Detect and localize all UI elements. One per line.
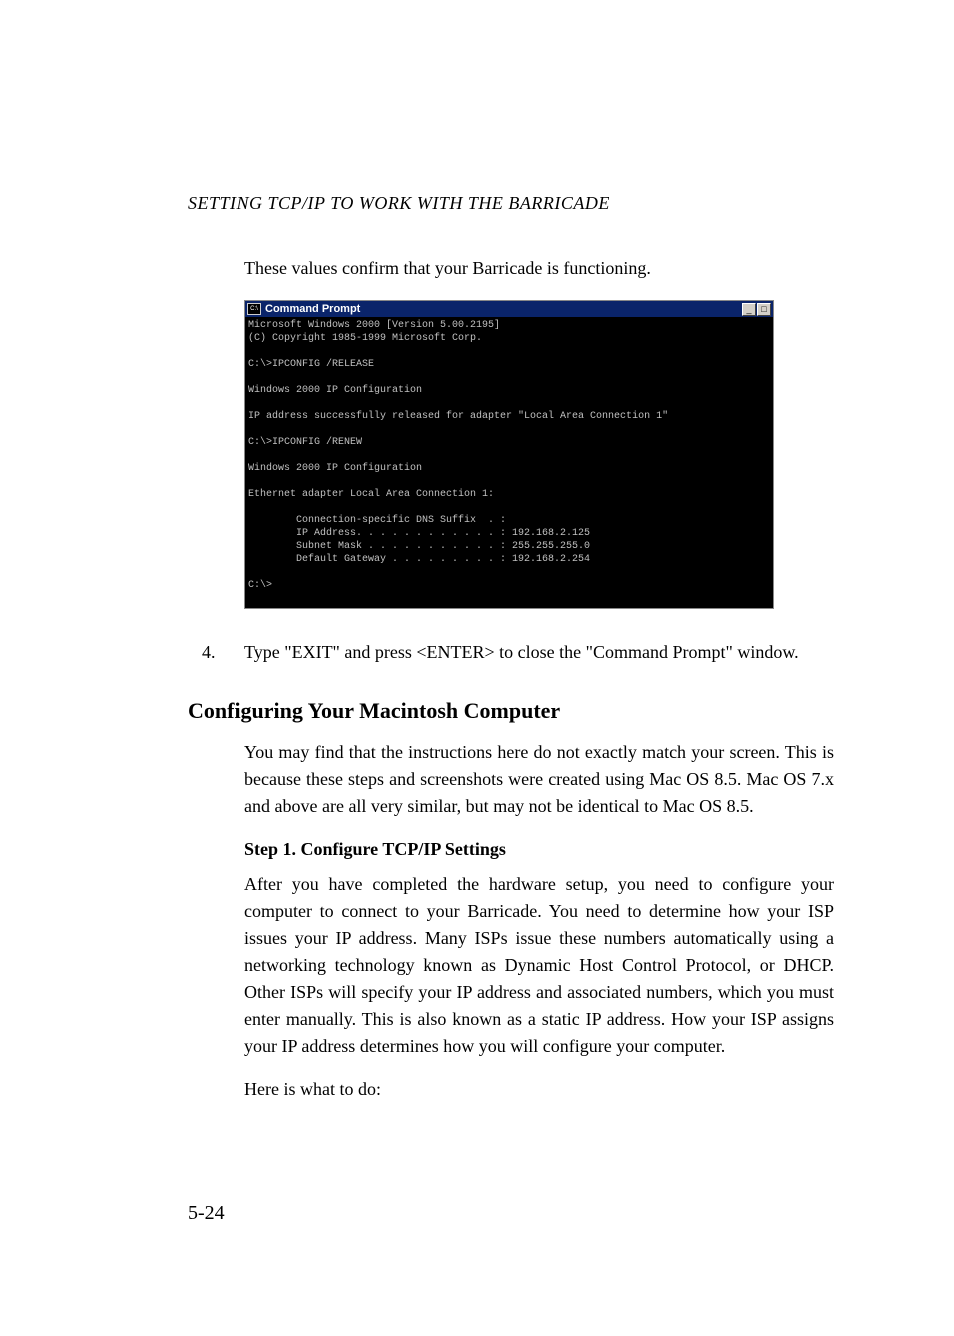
- tcpip-paragraph: After you have completed the hardware se…: [244, 871, 834, 1060]
- window-titlebar: C:\ Command Prompt _ □: [245, 301, 773, 317]
- window-title: Command Prompt: [265, 302, 360, 316]
- running-header: SETTING TCP/IP TO WORK WITH THE BARRICAD…: [188, 190, 834, 217]
- cmd-icon: C:\: [247, 303, 261, 315]
- intro-text: These values confirm that your Barricade…: [244, 255, 834, 282]
- step-1-heading: Step 1. Configure TCP/IP Settings: [244, 836, 834, 863]
- section-heading-mac: Configuring Your Macintosh Computer: [188, 694, 834, 727]
- minimize-button[interactable]: _: [742, 303, 756, 316]
- step-number: 4.: [202, 639, 244, 666]
- command-prompt-window: C:\ Command Prompt _ □ Microsoft Windows…: [244, 300, 774, 609]
- page-number: 5-24: [188, 1198, 225, 1228]
- closing-line: Here is what to do:: [244, 1076, 834, 1103]
- step-text: Type "EXIT" and press <ENTER> to close t…: [244, 639, 834, 666]
- maximize-button[interactable]: □: [757, 303, 771, 316]
- mac-paragraph: You may find that the instructions here …: [244, 739, 834, 820]
- step-4: 4. Type "EXIT" and press <ENTER> to clos…: [202, 639, 834, 666]
- terminal-output: Microsoft Windows 2000 [Version 5.00.219…: [245, 317, 773, 608]
